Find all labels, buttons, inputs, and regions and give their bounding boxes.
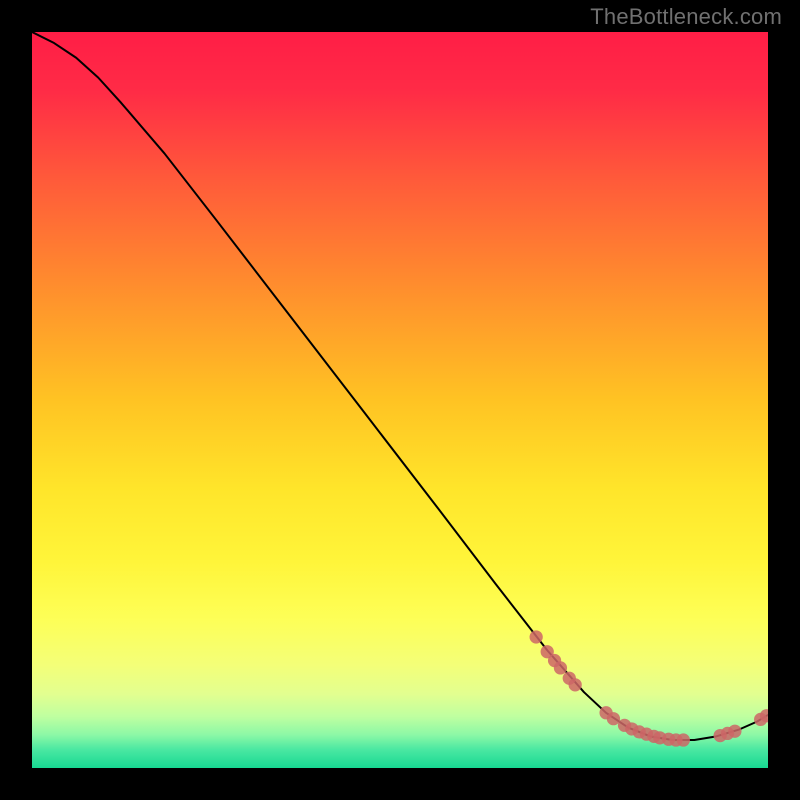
chart-svg — [32, 32, 768, 768]
bottleneck-curve — [32, 32, 768, 740]
data-marker — [607, 712, 620, 725]
watermark-text: TheBottleneck.com — [590, 4, 782, 30]
data-markers-group — [530, 630, 768, 746]
data-marker — [728, 725, 741, 738]
chart-frame: TheBottleneck.com — [0, 0, 800, 800]
data-marker — [554, 661, 567, 674]
data-marker — [569, 678, 582, 691]
data-marker — [677, 733, 690, 746]
data-marker — [530, 630, 543, 643]
plot-area — [32, 32, 768, 768]
